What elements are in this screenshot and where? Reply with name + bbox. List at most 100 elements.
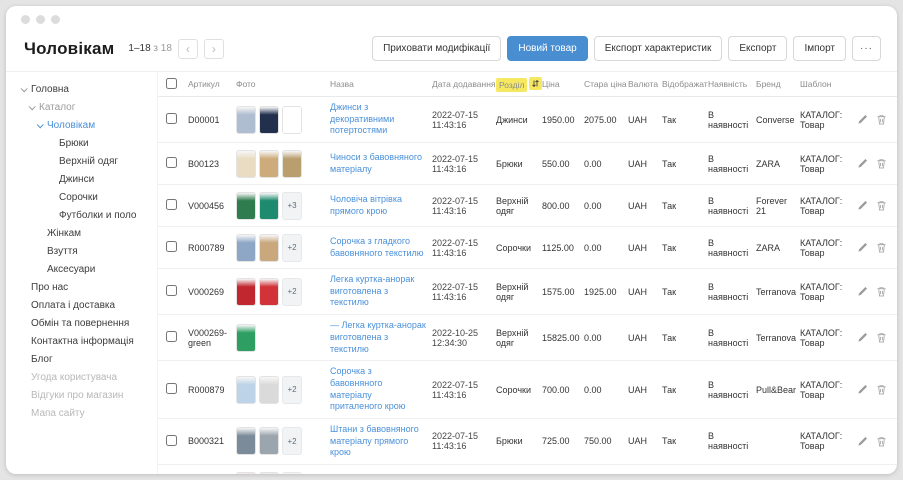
product-photo [259, 192, 279, 220]
export-button[interactable]: Експорт [728, 36, 787, 61]
row-checkbox[interactable] [166, 435, 177, 446]
delete-icon[interactable] [876, 286, 887, 297]
table-row: R000789 +2 Сорочка з гладкого бавовняног… [158, 227, 897, 269]
row-checkbox[interactable] [166, 199, 177, 210]
product-name-link[interactable]: — Легка куртка-анорак виготовлена з текс… [330, 320, 426, 353]
pagination-next-button[interactable]: › [204, 39, 224, 59]
sort-icon[interactable] [529, 77, 542, 90]
more-photos-badge[interactable]: +2 [282, 472, 302, 475]
select-all-checkbox[interactable] [166, 78, 177, 89]
sidebar-item[interactable]: Мапа сайту [6, 404, 157, 422]
row-actions [848, 242, 889, 253]
edit-icon[interactable] [857, 200, 868, 211]
sidebar-item[interactable]: Угода користувача [6, 368, 157, 386]
sidebar-item[interactable]: Футболки и поло [6, 206, 157, 224]
availability-cell: В наявності [708, 110, 756, 130]
sidebar-item[interactable]: Контактна інформація [6, 332, 157, 350]
delete-icon[interactable] [876, 332, 887, 343]
more-photos-badge[interactable]: +2 [282, 234, 302, 262]
edit-icon[interactable] [857, 242, 868, 253]
window-control-dot[interactable] [36, 15, 45, 24]
delete-icon[interactable] [876, 436, 887, 447]
new-product-button[interactable]: Новий товар [507, 36, 587, 61]
sidebar-item[interactable]: Обмін та повернення [6, 314, 157, 332]
template-cell: КАТАЛОГ: Товар [800, 380, 848, 400]
more-photos-badge[interactable]: +2 [282, 427, 302, 455]
sidebar-item[interactable]: Джинси [6, 170, 157, 188]
window-control-dot[interactable] [21, 15, 30, 24]
column-header-price[interactable]: Ціна [542, 79, 584, 89]
product-name-link[interactable]: Сорочка з бавовняного матеріалу притален… [330, 366, 405, 411]
sidebar-item[interactable]: Сорочки [6, 188, 157, 206]
column-header-sku[interactable]: Артикул [188, 79, 236, 89]
sidebar-item[interactable]: Головна [6, 80, 157, 98]
delete-icon[interactable] [876, 384, 887, 395]
sidebar-item-label: Сорочки [59, 192, 98, 203]
sidebar-item[interactable]: Про нас [6, 278, 157, 296]
sidebar-item[interactable]: Взуття [6, 242, 157, 260]
column-header-old-price[interactable]: Стара ціна [584, 79, 628, 89]
pagination-prev-button[interactable]: ‹ [178, 39, 198, 59]
column-header-display[interactable]: Відображати [662, 79, 708, 89]
sidebar-item[interactable]: Каталог [6, 98, 157, 116]
row-checkbox[interactable] [166, 383, 177, 394]
column-header-photo[interactable]: Фото [236, 79, 330, 89]
sidebar-item[interactable]: Жінкам [6, 224, 157, 242]
row-checkbox[interactable] [166, 241, 177, 252]
import-button[interactable]: Імпорт [793, 36, 846, 61]
more-actions-button[interactable]: ··· [852, 36, 881, 61]
brand-cell: ZARA [756, 159, 800, 169]
product-name-link[interactable]: Сорочка з гладкого бавовняного текстилю [330, 236, 424, 258]
delete-icon[interactable] [876, 158, 887, 169]
sidebar-item[interactable]: Блог [6, 350, 157, 368]
window-control-dot[interactable] [51, 15, 60, 24]
sidebar-item-label: Мапа сайту [31, 408, 85, 419]
column-header-date[interactable]: Дата додавання [432, 79, 496, 89]
column-header-brand[interactable]: Бренд [756, 79, 800, 89]
delete-icon[interactable] [876, 114, 887, 125]
delete-icon[interactable] [876, 242, 887, 253]
photo-thumbs [236, 106, 324, 134]
row-checkbox[interactable] [166, 157, 177, 168]
product-name-link[interactable]: Чоловіча вітрівка прямого крою [330, 194, 402, 216]
more-photos-badge[interactable]: +2 [282, 376, 302, 404]
product-photo [236, 192, 256, 220]
sidebar-item[interactable]: Аксесуари [6, 260, 157, 278]
row-checkbox[interactable] [166, 113, 177, 124]
sidebar-item[interactable]: Чоловікам [6, 116, 157, 134]
sku-cell: R000789 [188, 243, 236, 253]
more-photos-badge[interactable]: +3 [282, 192, 302, 220]
old-price-cell: 0.00 [584, 159, 628, 169]
edit-icon[interactable] [857, 332, 868, 343]
row-checkbox[interactable] [166, 285, 177, 296]
product-name-link[interactable]: Чиноси з бавовняного матеріалу [330, 152, 422, 174]
column-header-name[interactable]: Назва [330, 79, 432, 89]
edit-icon[interactable] [857, 436, 868, 447]
sidebar-item[interactable]: Брюки [6, 134, 157, 152]
row-checkbox[interactable] [166, 331, 177, 342]
product-name-link[interactable]: Легка куртка-анорак виготовлена з тексти… [330, 274, 414, 307]
column-header-currency[interactable]: Валюта [628, 79, 662, 89]
product-name-link[interactable]: Штани з бавовняного матеріалу прямого кр… [330, 424, 419, 457]
export-characteristics-button[interactable]: Експорт характеристик [594, 36, 723, 61]
hide-modifications-button[interactable]: Приховати модифікації [372, 36, 501, 61]
column-header-section[interactable]: Розділ [496, 77, 542, 92]
product-photo [282, 106, 302, 134]
photo-thumbs: +2 [236, 234, 324, 262]
edit-icon[interactable] [857, 114, 868, 125]
sidebar-item-label: Контактна інформація [31, 336, 134, 347]
more-photos-badge[interactable]: +2 [282, 278, 302, 306]
edit-icon[interactable] [857, 384, 868, 395]
edit-icon[interactable] [857, 158, 868, 169]
delete-icon[interactable] [876, 200, 887, 211]
product-name-link[interactable]: Джинси з декоративними потертостями [330, 102, 394, 135]
sidebar-item[interactable]: Відгуки про магазин [6, 386, 157, 404]
sidebar-item[interactable]: Оплата і доставка [6, 296, 157, 314]
product-photo [282, 150, 302, 178]
sidebar-item[interactable]: Верхній одяг [6, 152, 157, 170]
date-cell: 2022-07-15 11:43:16 [432, 110, 496, 130]
edit-icon[interactable] [857, 286, 868, 297]
column-header-availability[interactable]: Наявність [708, 79, 756, 89]
column-header-template[interactable]: Шаблон [800, 79, 848, 89]
price-cell: 700.00 [542, 385, 584, 395]
